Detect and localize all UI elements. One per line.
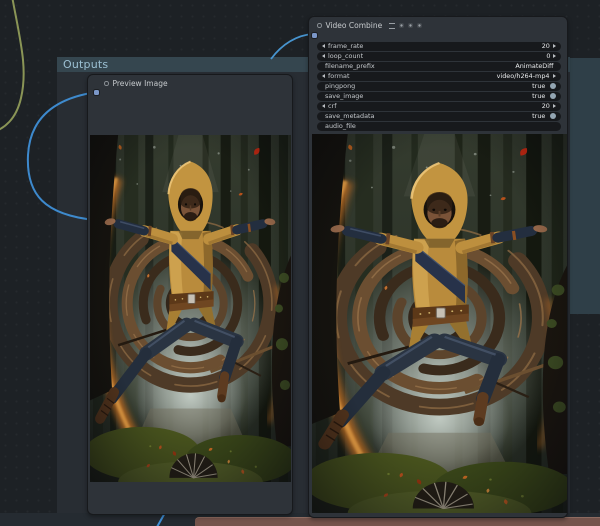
widget-value: true (531, 82, 545, 90)
widget-value: video/h264-mp4 (497, 72, 550, 80)
increment-arrow-icon[interactable] (553, 44, 556, 49)
widget-label: audio_file (325, 122, 356, 130)
widget-value: 0 (545, 52, 550, 60)
widget-loop_count[interactable]: loop_count 0 (317, 52, 561, 61)
widget-label: save_image (325, 92, 364, 100)
widget-crf[interactable]: crf 20 (317, 102, 561, 111)
widget-value: 20 (541, 42, 550, 50)
widget-label: save_metadata (325, 112, 375, 120)
widget-label: crf (328, 102, 337, 110)
widget-value: true (531, 112, 545, 120)
node-video-combine-titlebar[interactable]: Video Combine (317, 21, 423, 30)
widget-value: true (531, 92, 545, 100)
increment-arrow-icon[interactable] (553, 74, 556, 79)
decrement-arrow-icon[interactable] (322, 104, 325, 109)
dot-badge-icon[interactable] (399, 23, 405, 28)
toggle-knob-icon[interactable] (550, 93, 556, 100)
node-preview-image-title: Preview Image (112, 79, 168, 88)
node-video-combine[interactable]: Video Combine frame_rate 20 loop_count 0 fil… (308, 16, 568, 518)
widget-frame_rate[interactable]: frame_rate 20 (317, 42, 561, 51)
increment-arrow-icon[interactable] (553, 104, 556, 109)
group-outputs-title: Outputs (63, 58, 109, 71)
widget-label: format (328, 72, 350, 80)
widget-format[interactable]: format video/h264-mp4 (317, 72, 561, 81)
collapse-dot-icon[interactable] (317, 23, 322, 28)
widget-value: 20 (541, 102, 550, 110)
node-editor-canvas[interactable]: Outputs Preview Image Video Combine fram… (0, 0, 600, 526)
dot-badge-icon[interactable] (417, 23, 423, 28)
node-titlebar-partial-bottom[interactable] (195, 517, 600, 526)
preview-image[interactable] (90, 135, 291, 482)
widget-label: loop_count (328, 52, 364, 60)
widget-save_metadata[interactable]: save_metadata true (317, 112, 561, 121)
widget-pingpong[interactable]: pingpong true (317, 82, 561, 91)
increment-arrow-icon[interactable] (553, 54, 556, 59)
images-input-socket[interactable] (312, 33, 317, 38)
widget-label: frame_rate (328, 42, 364, 50)
video-combine-widgets: frame_rate 20 loop_count 0 filename_prefix An… (317, 42, 561, 132)
widget-label: pingpong (325, 82, 356, 90)
toggle-knob-icon[interactable] (550, 83, 556, 90)
node-video-combine-title: Video Combine (325, 21, 383, 30)
toggle-knob-icon[interactable] (550, 113, 556, 120)
widget-save_image[interactable]: save_image true (317, 92, 561, 101)
node-preview-image[interactable]: Preview Image (87, 74, 293, 515)
video-preview[interactable] (312, 134, 567, 513)
widget-label: filename_prefix (325, 62, 375, 70)
node-preview-image-titlebar[interactable]: Preview Image (104, 79, 168, 88)
decrement-arrow-icon[interactable] (322, 74, 325, 79)
widget-audio_file[interactable]: audio_file (317, 122, 561, 131)
widget-filename_prefix[interactable]: filename_prefix AnimateDiff (317, 62, 561, 71)
images-input-socket[interactable] (94, 90, 99, 95)
menu-icon[interactable] (389, 22, 396, 29)
group-partial-right (570, 58, 600, 314)
widget-value: AnimateDiff (514, 62, 553, 70)
decrement-arrow-icon[interactable] (322, 54, 325, 59)
collapse-dot-icon[interactable] (104, 81, 109, 86)
decrement-arrow-icon[interactable] (322, 44, 325, 49)
dot-badge-icon[interactable] (408, 23, 414, 28)
